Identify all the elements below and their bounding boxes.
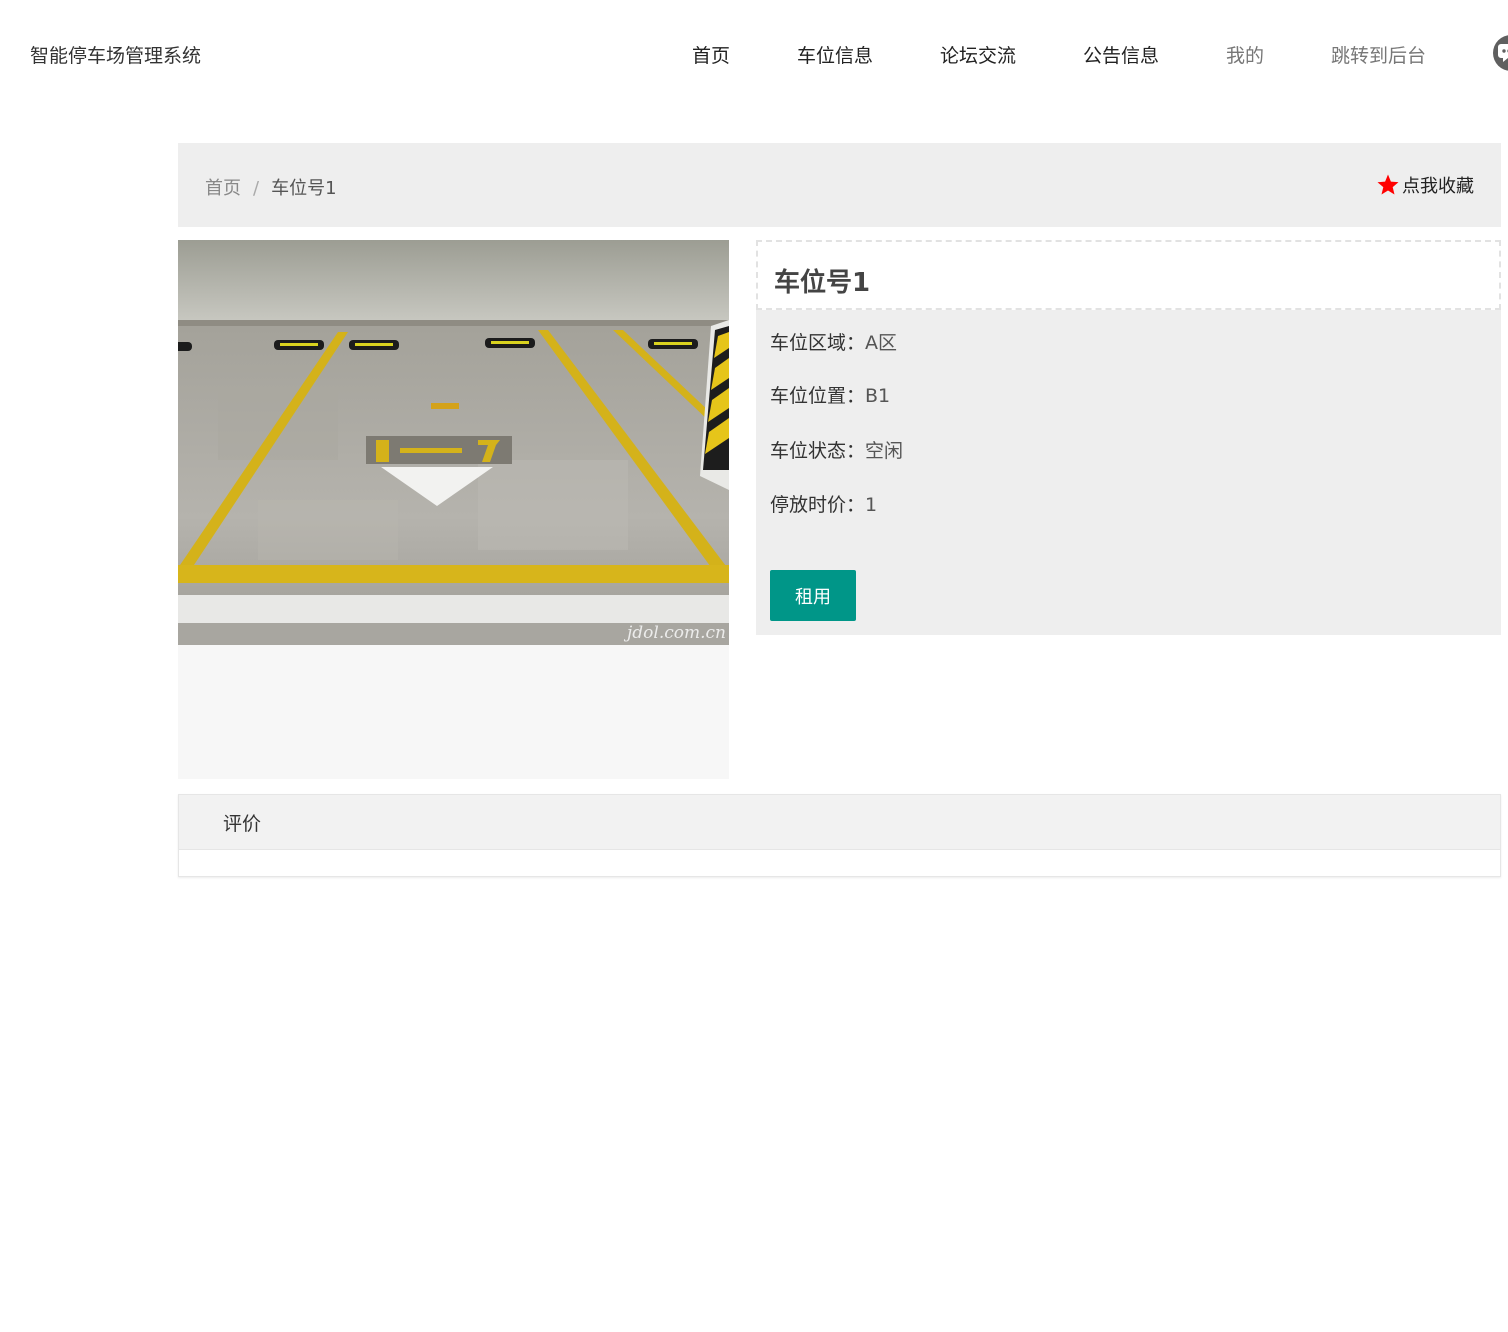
- detail-title: 车位号1: [774, 268, 871, 298]
- site-brand[interactable]: 智能停车场管理系统: [30, 41, 201, 68]
- photo-watermark: jdol.com.cn: [623, 623, 726, 643]
- detail-panel: 车位号1 车位区域：A区 车位位置：B1 车位状态：空闲 停放时价：1 租用: [756, 240, 1501, 635]
- review-tab[interactable]: 评价: [223, 809, 261, 836]
- field-location-value: B1: [865, 385, 891, 407]
- field-status-label: 车位状态：: [770, 440, 866, 462]
- nav-item-forum[interactable]: 论坛交流: [940, 41, 1016, 68]
- breadcrumb-bar: 首页 / 车位号1 点我收藏: [178, 143, 1501, 227]
- nav-item-mine[interactable]: 我的: [1226, 41, 1264, 68]
- breadcrumb-current: 车位号1: [271, 178, 337, 199]
- breadcrumb-separator: /: [253, 178, 260, 199]
- nav-item-admin[interactable]: 跳转到后台: [1331, 41, 1426, 68]
- field-price: 停放时价：1: [770, 490, 877, 517]
- field-area-value: A区: [865, 332, 898, 354]
- nav-item-parking-info[interactable]: 车位信息: [797, 41, 873, 68]
- field-price-label: 停放时价：: [770, 494, 866, 516]
- parking-space-photo: jdol.com.cn: [178, 240, 729, 645]
- field-status: 车位状态：空闲: [770, 436, 903, 463]
- review-tab-header: 评价: [179, 795, 1500, 850]
- nav-item-announcements[interactable]: 公告信息: [1083, 41, 1159, 68]
- detail-title-box: 车位号1: [756, 240, 1501, 310]
- star-icon: [1377, 174, 1399, 195]
- nav-item-home[interactable]: 首页: [692, 41, 730, 68]
- field-status-value: 空闲: [865, 440, 904, 462]
- review-section: 评价: [178, 794, 1501, 877]
- rent-button[interactable]: 租用: [770, 570, 856, 621]
- field-location: 车位位置：B1: [770, 381, 890, 408]
- favorite-button[interactable]: 点我收藏: [1376, 172, 1474, 198]
- breadcrumb-home[interactable]: 首页: [205, 178, 241, 199]
- field-area: 车位区域：A区: [770, 328, 897, 355]
- field-location-label: 车位位置：: [770, 385, 866, 407]
- field-area-label: 车位区域：: [770, 332, 866, 354]
- image-panel: jdol.com.cn: [178, 240, 729, 779]
- breadcrumb: 首页 / 车位号1: [205, 174, 337, 200]
- favorite-label: 点我收藏: [1402, 176, 1474, 197]
- field-price-value: 1: [865, 494, 878, 516]
- chat-icon[interactable]: [1493, 35, 1508, 71]
